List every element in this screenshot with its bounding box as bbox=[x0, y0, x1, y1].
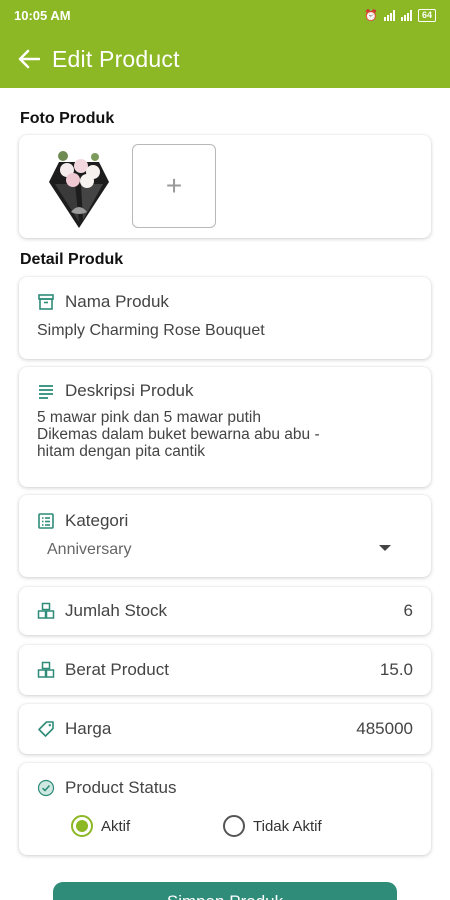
battery-icon: 64 bbox=[417, 8, 436, 22]
status-icons: ⏰ 64 bbox=[364, 8, 436, 22]
status-option-aktif[interactable]: Aktif bbox=[71, 815, 130, 837]
status-option-tidak-aktif[interactable]: Tidak Aktif bbox=[223, 815, 322, 837]
price-label-row: Harga bbox=[37, 719, 111, 739]
product-name-field[interactable]: Nama Produk Simply Charming Rose Bouquet bbox=[19, 277, 431, 359]
boxes-icon bbox=[37, 661, 55, 679]
stock-label-row: Jumlah Stock bbox=[37, 601, 167, 621]
plus-icon: + bbox=[165, 170, 183, 201]
weight-label: Berat Product bbox=[65, 660, 169, 679]
save-product-button[interactable]: Simpan Produk bbox=[53, 882, 397, 900]
category-label-row: Kategori bbox=[37, 511, 128, 531]
price-field[interactable]: Harga 485000 bbox=[19, 704, 431, 754]
category-selected-value: Anniversary bbox=[47, 541, 132, 558]
product-status-card: Product Status Aktif Tidak Aktif bbox=[19, 763, 431, 855]
description-value: 5 mawar pink dan 5 mawar putih Dikemas d… bbox=[37, 409, 320, 460]
archive-box-icon bbox=[37, 293, 55, 311]
alarm-icon: ⏰ bbox=[364, 9, 378, 22]
radio-selected-icon[interactable] bbox=[71, 815, 93, 837]
product-name-label-row: Nama Produk bbox=[37, 292, 169, 312]
stock-field[interactable]: Jumlah Stock 6 bbox=[19, 587, 431, 635]
status-time: 10:05 AM bbox=[14, 7, 71, 23]
product-name-value: Simply Charming Rose Bouquet bbox=[37, 322, 265, 339]
radio-unselected-icon[interactable] bbox=[223, 815, 245, 837]
status-option-label: Aktif bbox=[101, 817, 131, 835]
stock-value: 6 bbox=[403, 601, 413, 620]
status-label: Product Status bbox=[65, 778, 177, 797]
weight-field[interactable]: Berat Product 15.0 bbox=[19, 645, 431, 695]
app-bar: Edit Product bbox=[0, 30, 450, 88]
status-label-row: Product Status bbox=[37, 778, 177, 798]
dropdown-arrow-icon bbox=[379, 545, 391, 551]
product-name-label: Nama Produk bbox=[65, 292, 169, 311]
signal-icon-2 bbox=[400, 9, 412, 21]
weight-value: 15.0 bbox=[379, 660, 413, 679]
price-value: 485000 bbox=[356, 719, 413, 738]
product-description-field[interactable]: Deskripsi Produk 5 mawar pink dan 5 mawa… bbox=[19, 367, 431, 487]
status-option-label: Tidak Aktif bbox=[253, 817, 322, 835]
list-box-icon bbox=[37, 512, 55, 530]
back-arrow-icon[interactable] bbox=[16, 46, 42, 72]
page-title: Edit Product bbox=[52, 45, 180, 72]
photo-card: + bbox=[19, 135, 431, 238]
status-bar: 10:05 AM ⏰ 64 bbox=[0, 0, 450, 30]
photo-section-title: Foto Produk bbox=[20, 110, 115, 127]
boxes-icon bbox=[37, 602, 55, 620]
category-label: Kategori bbox=[65, 511, 129, 530]
price-label: Harga bbox=[65, 719, 112, 738]
category-dropdown[interactable]: Kategori Anniversary bbox=[19, 495, 431, 577]
description-label-row: Deskripsi Produk bbox=[37, 381, 194, 401]
stock-label: Jumlah Stock bbox=[65, 601, 168, 620]
status-badge-icon bbox=[37, 779, 55, 797]
description-label: Deskripsi Produk bbox=[65, 381, 194, 400]
weight-label-row: Berat Product bbox=[37, 660, 169, 680]
detail-section-title: Detail Produk bbox=[20, 251, 124, 268]
signal-icon bbox=[383, 9, 395, 21]
price-tag-icon bbox=[37, 720, 55, 738]
add-photo-button[interactable]: + bbox=[132, 144, 216, 228]
lines-icon bbox=[37, 382, 55, 400]
product-photo[interactable] bbox=[41, 142, 117, 230]
